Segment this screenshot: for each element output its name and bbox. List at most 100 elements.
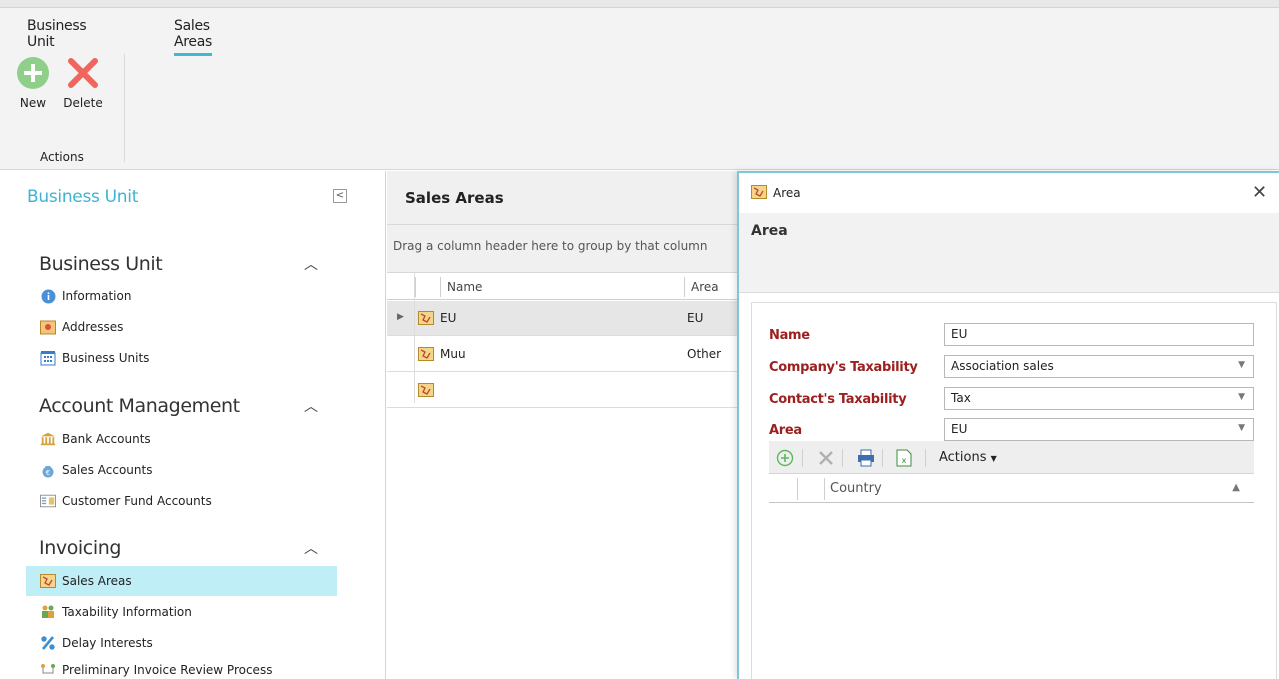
close-icon[interactable]: ✕ [1252, 182, 1267, 203]
ribbon: Business Unit Sales Areas New Delete Act… [0, 8, 1279, 170]
map-icon [751, 185, 767, 202]
sidebar-item-preliminary-invoice-review[interactable]: Preliminary Invoice Review Process [26, 659, 337, 679]
sidebar-item-label: Sales Areas [62, 574, 132, 588]
tab-business-unit[interactable]: Business Unit [27, 18, 87, 50]
ledger-icon [40, 493, 56, 509]
sidebar-item-sales-accounts[interactable]: € Sales Accounts [26, 455, 337, 485]
cell-area: Other [687, 347, 722, 361]
sidebar-item-label: Taxability Information [62, 605, 192, 619]
toolbar-separator [802, 449, 803, 467]
map-icon [40, 573, 56, 589]
ribbon-group-separator [124, 54, 125, 162]
panel-header: Sales Areas [387, 171, 747, 225]
cell-name: Muu [440, 347, 466, 361]
name-field[interactable]: EU [944, 323, 1254, 346]
chevron-down-icon: ▼ [1238, 392, 1245, 402]
building-icon [40, 350, 56, 366]
info-icon [40, 288, 56, 304]
sidebar-item-bank-accounts[interactable]: Bank Accounts [26, 424, 337, 454]
workflow-icon [40, 663, 56, 679]
new-button[interactable]: New [8, 56, 58, 110]
area-select[interactable]: EU ▼ [944, 418, 1254, 441]
column-header-name[interactable]: Name [440, 277, 684, 297]
delete-x-icon [68, 58, 98, 88]
group-by-panel[interactable]: Drag a column header here to group by th… [387, 225, 747, 273]
sidebar-item-label: Preliminary Invoice Review Process [62, 663, 273, 677]
add-circle-icon [17, 57, 49, 89]
dialog-header: Area [739, 213, 1279, 293]
address-map-icon [40, 319, 56, 335]
sidebar-item-sales-areas[interactable]: Sales Areas [26, 566, 337, 596]
percent-icon [40, 635, 56, 651]
delete-row-icon[interactable] [815, 447, 837, 469]
chevron-up-icon[interactable]: ︿ [304, 538, 318, 558]
sidebar-item-customer-fund-accounts[interactable]: Customer Fund Accounts [26, 486, 337, 516]
contact-taxability-value: Tax [951, 391, 971, 405]
country-grid-header: Country ▲ [769, 475, 1254, 503]
sidebar-item-delay-interests[interactable]: Delay Interests [26, 628, 337, 658]
delete-button-label: Delete [63, 96, 103, 110]
new-item-row[interactable] [387, 373, 747, 408]
map-icon [418, 311, 434, 328]
chevron-down-icon: ▼ [1238, 360, 1245, 370]
map-icon [418, 383, 434, 400]
dialog-titlebar[interactable]: Area ✕ [739, 173, 1279, 213]
dialog-title: Area [773, 186, 801, 200]
sidebar-title: Business Unit [27, 187, 139, 207]
collapse-sidebar-icon[interactable]: < [333, 189, 347, 203]
print-icon[interactable] [855, 447, 877, 469]
toolbar-separator [882, 449, 883, 467]
section-invoicing: Invoicing [39, 537, 122, 559]
grid-header: Name Area [387, 273, 747, 300]
area-value: EU [951, 422, 968, 436]
contact-taxability-label: Contact's Taxability [769, 392, 907, 407]
dialog-heading: Area [751, 223, 788, 239]
contact-taxability-select[interactable]: Tax ▼ [944, 387, 1254, 410]
table-row[interactable]: Muu Other [387, 337, 747, 372]
sort-ascending-icon[interactable]: ▲ [1232, 482, 1240, 493]
tax-people-icon [40, 604, 56, 620]
company-taxability-value: Association sales [951, 359, 1054, 373]
actions-label: Actions [939, 450, 987, 465]
sidebar-item-taxability-information[interactable]: Taxability Information [26, 597, 337, 627]
sidebar-item-label: Delay Interests [62, 636, 153, 650]
add-row-icon[interactable] [774, 447, 796, 469]
sidebar-item-label: Customer Fund Accounts [62, 494, 212, 508]
company-taxability-label: Company's Taxability [769, 360, 918, 375]
cell-name: EU [440, 311, 457, 325]
money-bag-icon: € [40, 462, 56, 478]
name-label: Name [769, 328, 810, 343]
panel-title: Sales Areas [405, 189, 504, 207]
bank-icon [40, 431, 56, 447]
sidebar-item-label: Information [62, 289, 132, 303]
sidebar-item-addresses[interactable]: Addresses [26, 312, 337, 342]
country-list [769, 503, 1254, 679]
excel-export-icon[interactable]: x [893, 447, 915, 469]
dialog-form: Name EU Company's Taxability Association… [751, 302, 1277, 679]
chevron-down-icon: ▼ [1238, 423, 1245, 433]
section-business-unit: Business Unit [39, 253, 163, 275]
sidebar-item-information[interactable]: Information [26, 281, 337, 311]
sidebar-item-label: Business Units [62, 351, 150, 365]
svg-text:€: € [46, 469, 50, 477]
company-taxability-select[interactable]: Association sales ▼ [944, 355, 1254, 378]
caret-down-icon: ▼ [990, 454, 997, 463]
delete-button[interactable]: Delete [58, 56, 108, 110]
actions-dropdown[interactable]: Actions ▼ [939, 450, 997, 465]
cell-area: EU [687, 311, 704, 325]
chevron-up-icon[interactable]: ︿ [304, 396, 318, 416]
tab-sales-areas[interactable]: Sales Areas [174, 18, 212, 56]
sidebar-item-business-units[interactable]: Business Units [26, 343, 337, 373]
name-value: EU [951, 327, 968, 341]
table-row[interactable]: ▶ EU EU [387, 301, 747, 336]
svg-text:x: x [902, 456, 907, 465]
chevron-up-icon[interactable]: ︿ [304, 254, 318, 274]
sidebar-item-label: Bank Accounts [62, 432, 151, 446]
new-button-label: New [19, 96, 47, 110]
column-header-country[interactable]: Country [824, 478, 882, 500]
map-icon [418, 347, 434, 364]
country-toolbar: x Actions ▼ [769, 441, 1254, 474]
area-label: Area [769, 423, 802, 438]
ribbon-group-label: Actions [40, 150, 84, 164]
sales-areas-panel: Sales Areas Drag a column header here to… [387, 171, 747, 679]
